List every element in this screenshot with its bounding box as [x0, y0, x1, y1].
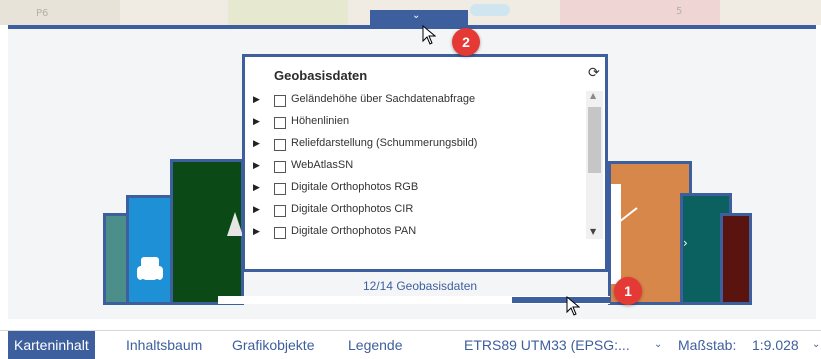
- dropdown-scrollbar[interactable]: ▲ ▼: [586, 91, 603, 239]
- chevron-down-icon: ⌄: [412, 10, 421, 21]
- annotation-badge-1: 1: [614, 277, 642, 305]
- map-water: [470, 4, 510, 16]
- layer-checkbox[interactable]: [274, 227, 286, 239]
- mouse-cursor-icon: [566, 296, 580, 316]
- scroll-down-icon[interactable]: ▼: [590, 227, 596, 236]
- layer-label: Digitale Orthophotos CIR: [291, 203, 414, 215]
- caret-right-icon[interactable]: ▶: [253, 95, 260, 105]
- car-icon: [137, 257, 163, 285]
- layer-label: Reliefdarstellung (Schummerungsbild): [291, 137, 478, 149]
- layer-item[interactable]: ▶ Digitale Orthophotos PAN: [245, 223, 581, 245]
- layer-item[interactable]: ▶ Digitale Orthophotos RGB: [245, 179, 581, 201]
- chevron-down-icon[interactable]: ⌄: [654, 331, 662, 359]
- caret-right-icon[interactable]: ▶: [253, 161, 260, 171]
- layer-card-maroon[interactable]: [720, 213, 752, 305]
- tab-grafikobjekte[interactable]: Grafikobjekte: [232, 331, 314, 359]
- caret-right-icon[interactable]: ▶: [253, 227, 260, 237]
- bottom-tab-bar: Karteninhalt Inhaltsbaum Grafikobjekte L…: [0, 330, 821, 359]
- layer-checkbox[interactable]: [274, 183, 286, 195]
- tab-inhaltsbaum[interactable]: Inhaltsbaum: [126, 331, 202, 359]
- geobasisdaten-dropdown: Geobasisdaten ⟳ ▶ Geländehöhe über Sachd…: [242, 54, 608, 272]
- caret-right-icon[interactable]: ▶: [253, 205, 260, 215]
- layer-checkbox[interactable]: [274, 139, 286, 151]
- layer-label: Höhenlinien: [291, 115, 350, 127]
- layer-checkbox[interactable]: [274, 205, 286, 217]
- map-area: [0, 0, 120, 25]
- layer-label: WebAtlasSN: [291, 159, 354, 171]
- caret-right-icon: ›: [683, 236, 688, 250]
- carousel-position-label: 12/14 Geobasisdaten: [362, 279, 478, 293]
- layer-card-green[interactable]: [170, 159, 244, 305]
- card-edge: [611, 184, 621, 284]
- layer-checkbox[interactable]: [274, 161, 286, 173]
- layer-label: Geländehöhe über Sachdatenabfrage: [291, 93, 476, 105]
- tab-legende[interactable]: Legende: [348, 331, 403, 359]
- road-icon: [227, 212, 243, 236]
- layer-item[interactable]: ▶ Digitale Orthophotos CIR: [245, 201, 581, 223]
- arrow-icon: [618, 207, 638, 223]
- map-label: 5: [676, 6, 683, 17]
- refresh-icon[interactable]: ⟳: [588, 65, 600, 81]
- scale-label: Maßstab:: [678, 337, 737, 353]
- layer-checkbox[interactable]: [274, 117, 286, 129]
- scroll-up-icon[interactable]: ▲: [590, 91, 596, 100]
- annotation-badge-2: 2: [452, 28, 480, 56]
- layer-label: Digitale Orthophotos PAN: [291, 225, 417, 237]
- caret-right-icon[interactable]: ▶: [253, 183, 260, 193]
- layer-item[interactable]: ▶ WebAtlasSN: [245, 157, 581, 179]
- layer-label: Digitale Orthophotos RGB: [291, 181, 419, 193]
- chevron-down-icon[interactable]: ⌄: [812, 331, 820, 359]
- mouse-cursor-icon: [422, 25, 436, 45]
- layer-checkbox[interactable]: [274, 95, 286, 107]
- caret-right-icon[interactable]: ▶: [253, 139, 260, 149]
- tab-karteninhalt[interactable]: Karteninhalt: [8, 331, 95, 359]
- crs-select[interactable]: ETRS89 UTM33 (EPSG:...: [464, 331, 630, 359]
- map-area: [560, 0, 720, 25]
- carousel-scroll-thumb[interactable]: [512, 297, 610, 303]
- layer-item[interactable]: ▶ Geländehöhe über Sachdatenabfrage: [245, 91, 581, 113]
- caret-right-icon[interactable]: ▶: [253, 117, 260, 127]
- layer-item[interactable]: ▶ Reliefdarstellung (Schummerungsbild): [245, 135, 581, 157]
- map-area: [228, 0, 348, 25]
- layer-list: ▶ Geländehöhe über Sachdatenabfrage ▶ Hö…: [245, 91, 581, 271]
- scale-select[interactable]: 1:9.028: [752, 331, 799, 359]
- dropdown-title: Geobasisdaten: [274, 68, 368, 83]
- panel-toggle-button[interactable]: ⌄: [370, 10, 468, 27]
- map-label: P6: [36, 8, 49, 19]
- layer-item[interactable]: ▶ Höhenlinien: [245, 113, 581, 135]
- scrollbar-thumb[interactable]: [588, 107, 601, 173]
